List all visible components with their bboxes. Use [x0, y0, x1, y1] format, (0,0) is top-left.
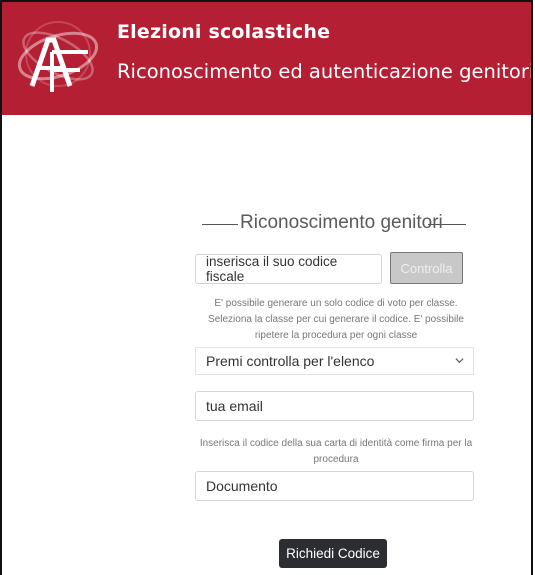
page-frame: Elezioni scolastiche Riconoscimento ed a…	[0, 0, 533, 575]
class-select[interactable]: Premi controlla per l'elenco	[195, 347, 474, 375]
app-title: Elezioni scolastiche	[117, 21, 331, 43]
class-select-value: Premi controlla per l'elenco	[206, 353, 375, 369]
chevron-down-icon	[455, 358, 464, 364]
af-logo-icon	[17, 21, 99, 92]
controlla-button[interactable]: Controlla	[390, 252, 463, 284]
codice-fiscale-input[interactable]: inserisca il suo codice fiscale	[195, 254, 382, 284]
document-help-text: Inserisca il codice della sua carta di i…	[199, 438, 473, 465]
class-help-text: E' possibile generare un solo codice di …	[208, 298, 464, 341]
app-subtitle: Riconoscimento ed autenticazione genitor…	[117, 60, 531, 83]
documento-input[interactable]: Documento	[195, 471, 474, 501]
divider-left	[202, 224, 238, 225]
email-input[interactable]: tua email	[195, 391, 474, 421]
section-title: Riconoscimento genitori	[240, 212, 443, 233]
header-banner: Elezioni scolastiche Riconoscimento ed a…	[2, 2, 531, 115]
richiedi-codice-button[interactable]: Richiedi Codice	[279, 539, 387, 568]
